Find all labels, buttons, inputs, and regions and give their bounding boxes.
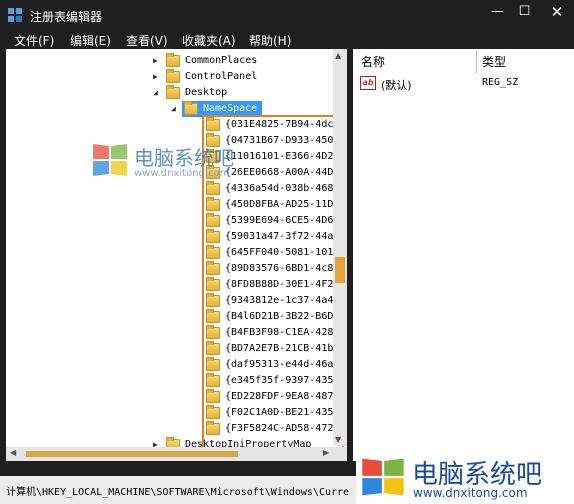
menu-edit[interactable]: 编辑(E) xyxy=(70,32,111,49)
tree-vertical-scrollbar[interactable]: ▲ ▼ xyxy=(333,49,347,446)
tree-node-label: ControlPanel xyxy=(185,71,258,82)
scroll-thumb[interactable] xyxy=(335,257,345,283)
tree-node-desktop[interactable]: ◢ Desktop xyxy=(6,85,336,101)
folder-icon xyxy=(166,69,180,83)
scroll-right-icon[interactable]: ▶ xyxy=(323,448,329,457)
tree-node-commonplaces[interactable]: ▶ CommonPlaces xyxy=(6,53,336,69)
watermark-url: www.dnxitong.com xyxy=(134,168,230,179)
scroll-up-icon[interactable]: ▲ xyxy=(335,51,341,60)
watermark-title: 电脑系统吧 xyxy=(134,146,234,170)
watermark-overlay: 电脑系统吧 www.dnxitong.com xyxy=(90,140,234,186)
tree-node-controlpanel[interactable]: ▶ ControlPanel xyxy=(6,69,336,85)
value-type: REG_SZ xyxy=(482,77,519,88)
column-divider[interactable] xyxy=(476,51,477,73)
column-header-type[interactable]: 类型 xyxy=(482,53,506,70)
registry-tree-pane[interactable]: ▶ CommonPlaces ▶ ControlPanel ◢ Desktop … xyxy=(6,49,347,461)
collapse-arrow-icon[interactable]: ◢ xyxy=(171,101,176,117)
close-button[interactable]: ✕ xyxy=(540,0,574,24)
regedit-app-icon xyxy=(8,8,22,22)
watermark-url: www.dnxitong.com xyxy=(413,486,528,500)
scroll-thumb[interactable] xyxy=(26,451,238,457)
folder-open-icon xyxy=(166,85,180,99)
title-bar: 注册表编辑器 — ☐ ✕ xyxy=(0,0,574,30)
menu-bar: 文件(F) 编辑(E) 查看(V) 收藏夹(A) 帮助(H) xyxy=(0,30,574,48)
scroll-down-icon[interactable]: ▼ xyxy=(335,435,341,444)
maximize-button[interactable]: ☐ xyxy=(511,0,538,24)
values-list-pane[interactable]: 名称 类型 ab (默认) REG_SZ xyxy=(353,49,574,461)
value-name[interactable]: (默认) xyxy=(381,77,412,93)
window-title: 注册表编辑器 xyxy=(30,10,103,24)
menu-favorites[interactable]: 收藏夹(A) xyxy=(182,32,236,49)
folder-icon xyxy=(166,53,180,67)
status-path: 计算机\HKEY_LOCAL_MACHINE\SOFTWARE\Microsof… xyxy=(6,487,350,498)
folder-open-icon xyxy=(184,101,198,115)
collapse-arrow-icon[interactable]: ◢ xyxy=(153,85,158,101)
expand-arrow-icon[interactable]: ▶ xyxy=(153,69,158,85)
tree-node-label: Desktop xyxy=(185,87,228,98)
expand-arrow-icon[interactable]: ▶ xyxy=(153,53,158,69)
tree-node-label: CommonPlaces xyxy=(185,55,258,66)
menu-help[interactable]: 帮助(H) xyxy=(249,32,291,49)
column-header-name[interactable]: 名称 xyxy=(361,53,385,70)
menu-file[interactable]: 文件(F) xyxy=(14,32,54,49)
reg-string-icon: ab xyxy=(360,76,376,90)
minimize-button[interactable]: — xyxy=(484,0,511,24)
menu-view[interactable]: 查看(V) xyxy=(126,32,168,49)
scroll-left-icon[interactable]: ◀ xyxy=(10,448,16,457)
watermark-corner: 电脑系统吧 www.dnxitong.com xyxy=(356,450,574,504)
tree-horizontal-scrollbar[interactable]: ◀ ▶ xyxy=(6,447,347,461)
windows-logo-icon xyxy=(91,141,129,179)
windows-logo-icon xyxy=(362,458,404,496)
